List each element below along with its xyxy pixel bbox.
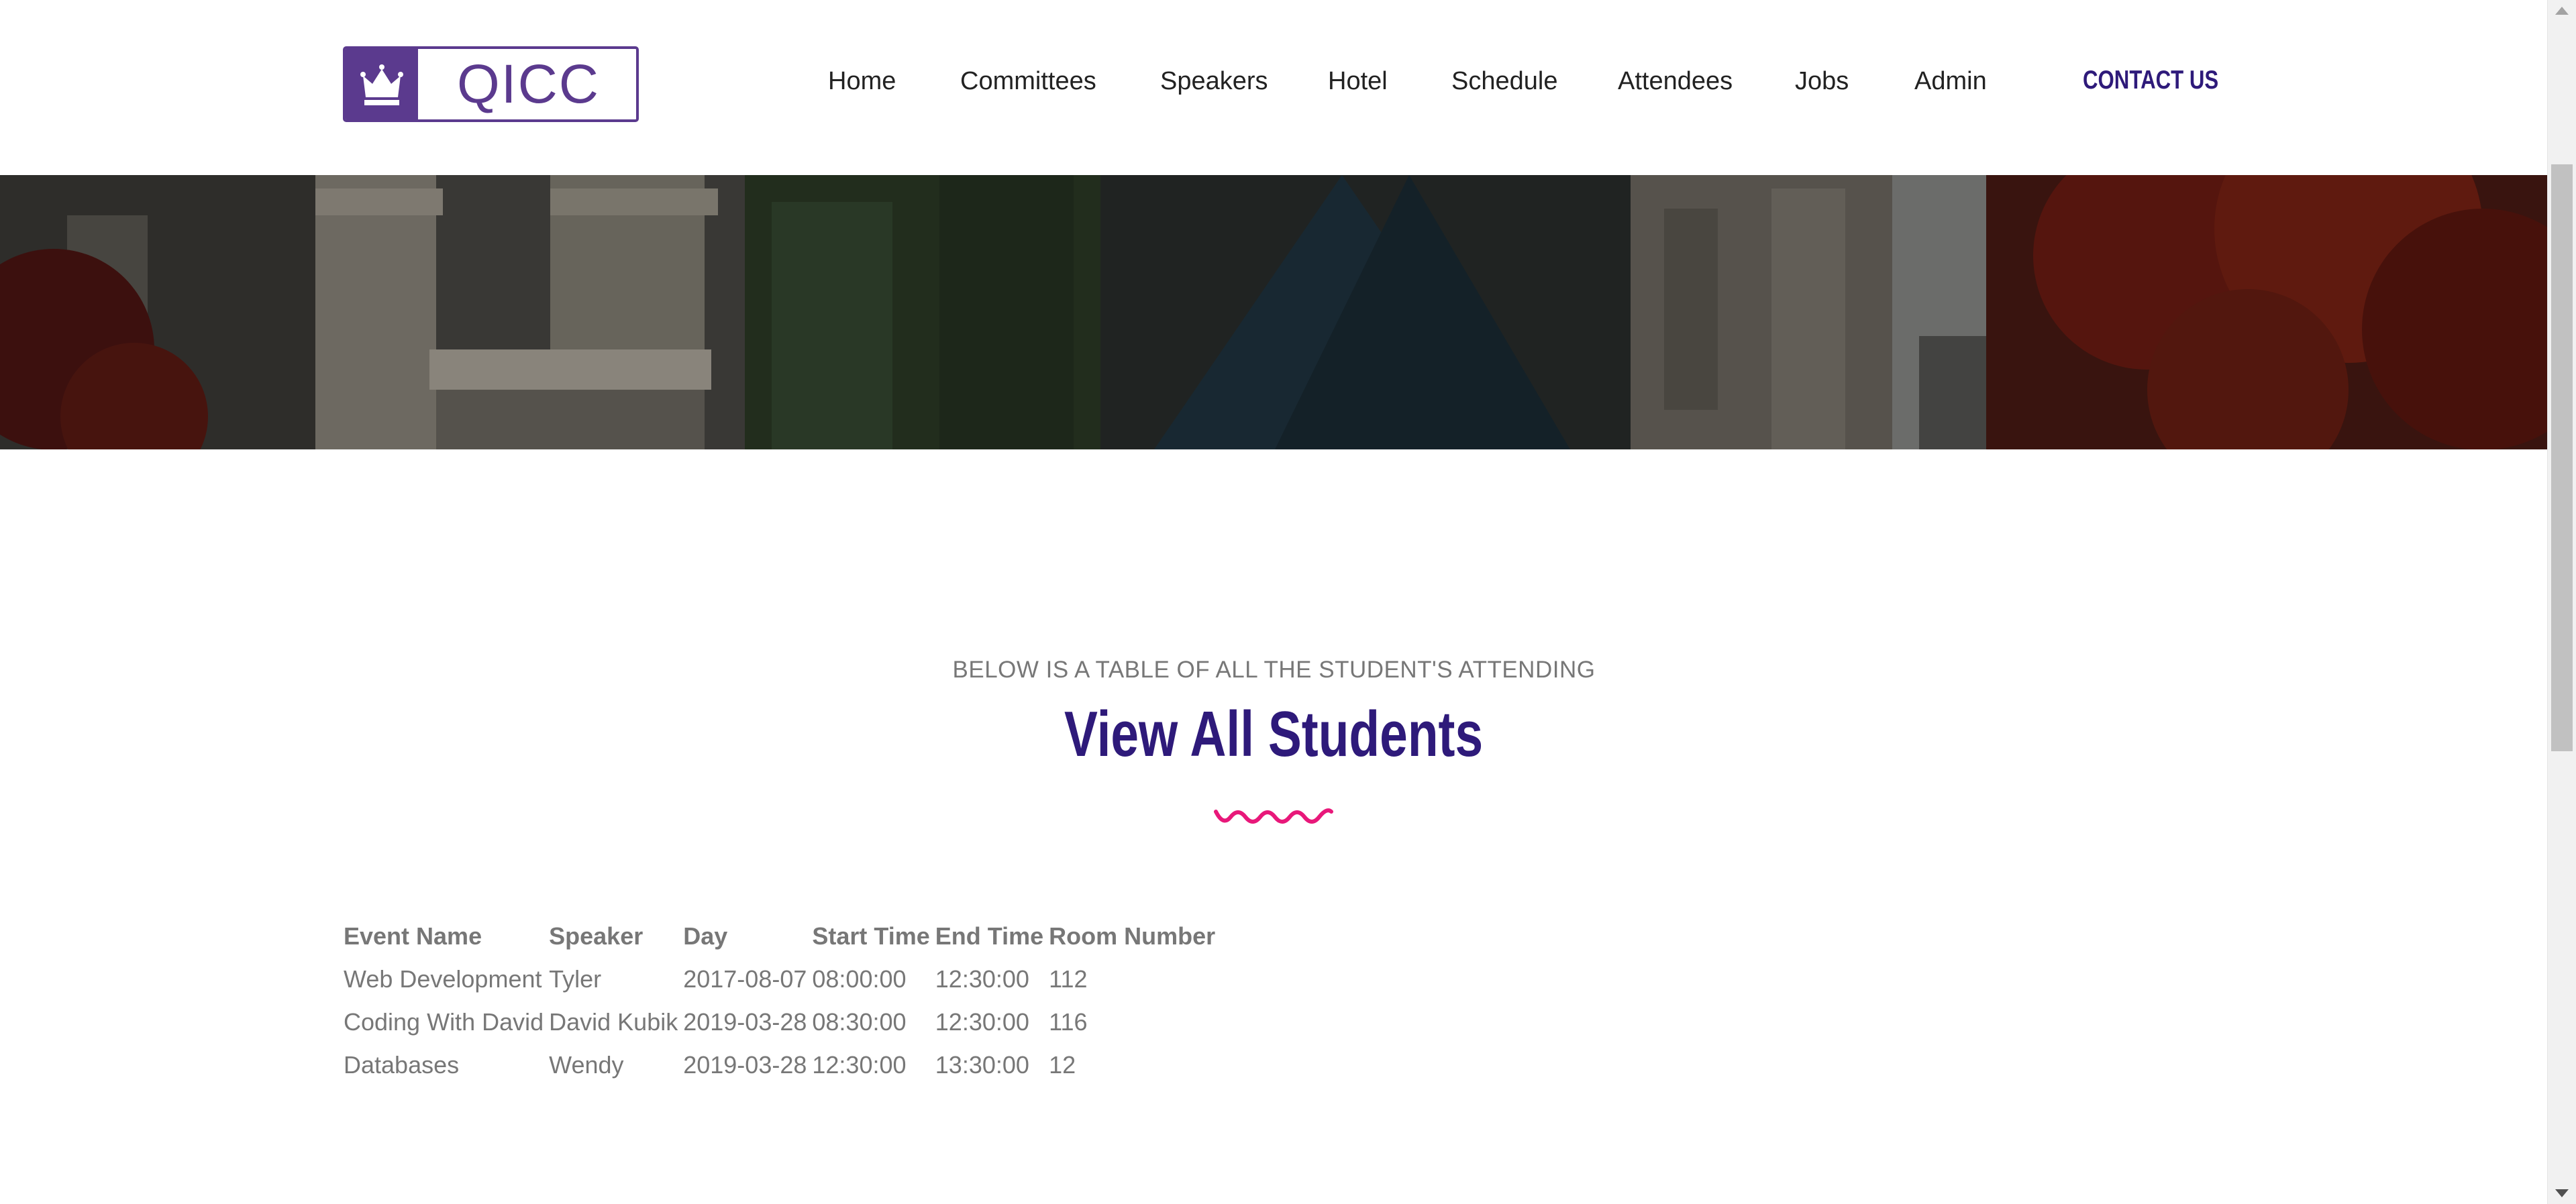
cell-day: 2019-03-28 xyxy=(683,1051,807,1079)
table-header-row: Event Name Speaker Day Start Time End Ti… xyxy=(341,915,1218,958)
col-header-day: Day xyxy=(683,922,728,950)
col-header-start-time: Start Time xyxy=(812,922,930,950)
cell-start-time: 12:30:00 xyxy=(812,1051,907,1079)
contact-us-link[interactable]: CONTACT US xyxy=(2083,66,2218,95)
scrollbar-thumb[interactable] xyxy=(2551,164,2573,751)
col-header-room-number: Room Number xyxy=(1049,922,1216,950)
cell-room-number: 112 xyxy=(1049,965,1088,993)
cell-event-name: Web Development xyxy=(344,965,542,993)
cell-day: 2017-08-07 xyxy=(683,965,807,993)
nav-committees[interactable]: Committees xyxy=(960,67,1096,96)
nav-speakers[interactable]: Speakers xyxy=(1160,67,1268,96)
cell-room-number: 116 xyxy=(1049,1008,1088,1036)
nav-home[interactable]: Home xyxy=(828,67,896,96)
table-row: Coding With David David Kubik 2019-03-28… xyxy=(341,1001,1218,1044)
col-header-speaker: Speaker xyxy=(549,922,643,950)
section-kicker: BELOW IS A TABLE OF ALL THE STUDENT'S AT… xyxy=(952,657,1596,683)
cell-event-name: Coding With David xyxy=(344,1008,544,1036)
site-header: QICC Home Committees Speakers Hotel Sche… xyxy=(0,0,2548,175)
nav-jobs[interactable]: Jobs xyxy=(1795,67,1849,96)
cell-speaker: David Kubik xyxy=(549,1008,678,1036)
cell-room-number: 12 xyxy=(1049,1051,1076,1079)
scroll-down-arrow-icon[interactable] xyxy=(2555,1189,2569,1197)
page-title-text: View All Students xyxy=(1064,698,1484,770)
cell-event-name: Databases xyxy=(344,1051,460,1079)
page-title: View All Students xyxy=(0,698,2548,771)
cell-start-time: 08:00:00 xyxy=(812,965,907,993)
nav-attendees[interactable]: Attendees xyxy=(1618,67,1733,96)
cell-end-time: 12:30:00 xyxy=(935,1008,1029,1036)
page-scrollbar[interactable] xyxy=(2547,0,2576,1204)
col-header-event-name: Event Name xyxy=(344,922,482,950)
cell-start-time: 08:30:00 xyxy=(812,1008,907,1036)
cell-end-time: 13:30:00 xyxy=(935,1051,1029,1079)
nav-hotel[interactable]: Hotel xyxy=(1328,67,1388,96)
table-row: Databases Wendy 2019-03-28 12:30:00 13:3… xyxy=(341,1044,1218,1087)
nav-admin[interactable]: Admin xyxy=(1914,67,1987,96)
cell-speaker: Tyler xyxy=(549,965,602,993)
site-logo[interactable]: QICC xyxy=(343,46,639,122)
hero-image xyxy=(0,175,2548,449)
logo-text: QICC xyxy=(457,53,600,115)
table-row: Web Development Tyler 2017-08-07 08:00:0… xyxy=(341,958,1218,1001)
crown-icon xyxy=(346,49,418,119)
cell-speaker: Wendy xyxy=(549,1051,624,1079)
students-table: Event Name Speaker Day Start Time End Ti… xyxy=(341,915,1218,1087)
col-header-end-time: End Time xyxy=(935,922,1044,950)
scroll-up-arrow-icon[interactable] xyxy=(2555,7,2569,15)
nav-schedule[interactable]: Schedule xyxy=(1451,67,1557,96)
wave-divider-icon xyxy=(1213,804,1334,834)
cell-end-time: 12:30:00 xyxy=(935,965,1029,993)
cell-day: 2019-03-28 xyxy=(683,1008,807,1036)
